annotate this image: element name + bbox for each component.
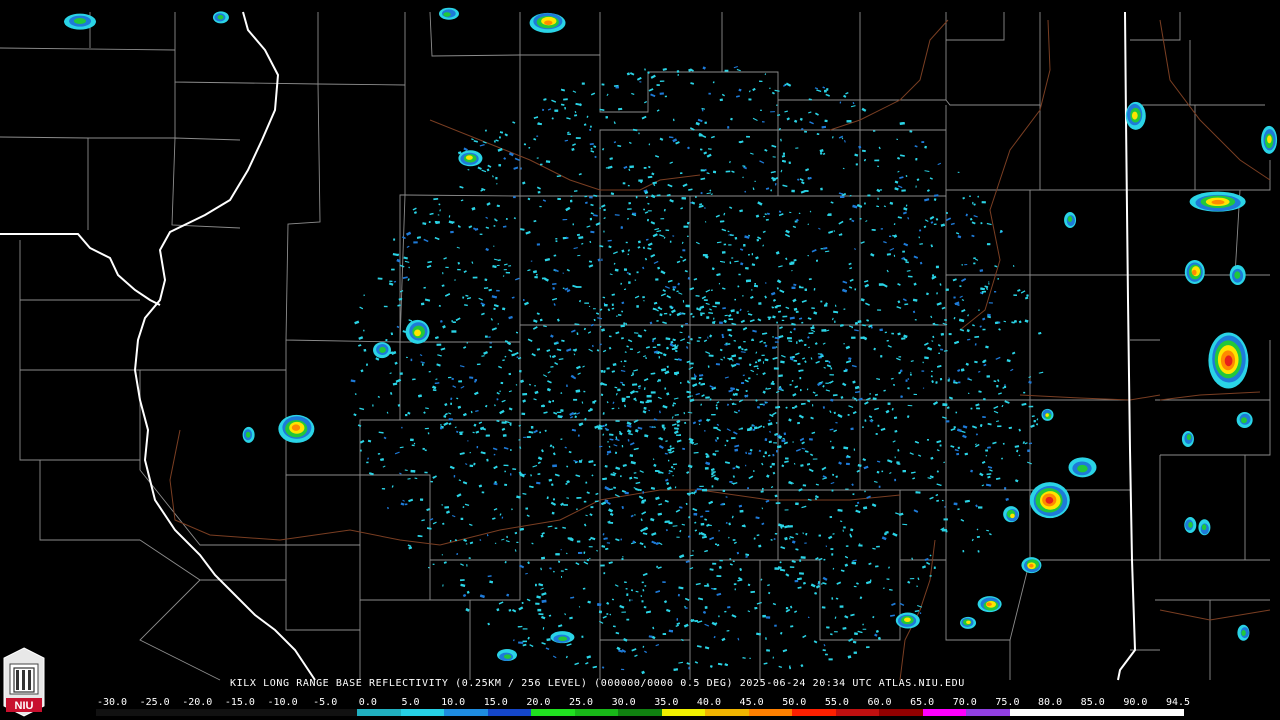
colorbar-segment	[879, 709, 923, 716]
storm-cell	[1184, 517, 1197, 534]
storm-cell	[64, 13, 97, 30]
storm-cell	[405, 319, 430, 344]
scale-label: 10.0	[441, 697, 466, 708]
storm-cell	[1208, 332, 1249, 389]
scale-label: 0.0	[358, 697, 377, 708]
storm-cells	[64, 7, 1278, 662]
colorbar-segment	[922, 709, 967, 716]
scale-label: 75.0	[995, 697, 1020, 708]
storm-cell	[1029, 482, 1070, 519]
scale-label: 20.0	[526, 697, 551, 708]
colorbar-segment	[313, 709, 358, 716]
colorbar-segment	[835, 709, 880, 716]
scale-label: 70.0	[952, 697, 977, 708]
scale-label: 30.0	[611, 697, 636, 708]
colorbar-segment	[748, 709, 793, 716]
county-boundaries	[0, 11, 1271, 681]
colorbar-segment	[270, 709, 314, 716]
scale-label: -25.0	[139, 697, 170, 708]
storm-cell	[1236, 411, 1253, 428]
colorbar-segment	[966, 709, 1010, 716]
colorbar-segment	[618, 709, 662, 716]
storm-cell	[1198, 519, 1211, 536]
scale-label: 65.0	[910, 697, 935, 708]
colorbar-segment	[1053, 709, 1097, 716]
scale-label: -30.0	[96, 697, 128, 708]
colorbar-segment	[705, 709, 749, 716]
colorbar-segment	[357, 709, 401, 716]
storm-cell	[1237, 624, 1250, 641]
scale-label: 15.0	[483, 697, 508, 708]
state-boundaries	[0, 11, 1137, 681]
scale-label: 90.0	[1123, 697, 1148, 708]
reflectivity-scale-labels: -30.0 -25.0 -20.0 -15.0 -10.0 -5.0 0.0 5.0 10.0 1…	[0, 697, 1280, 709]
colorbar-segment	[1096, 709, 1141, 716]
scale-label: 5.0	[401, 697, 420, 708]
scale-label: 55.0	[824, 697, 849, 708]
storm-cell	[977, 596, 1002, 613]
scale-label: 25.0	[568, 697, 594, 708]
colorbar-segment	[139, 709, 184, 716]
product-caption: KILX LONG RANGE BASE REFLECTIVITY (0.25K…	[230, 678, 965, 689]
storm-cell	[1064, 211, 1077, 228]
radar-map	[0, 7, 1278, 681]
colorbar-segment	[1009, 709, 1054, 716]
colorbar-segment	[96, 709, 140, 716]
storm-cell	[438, 7, 459, 20]
storm-cell	[960, 616, 977, 629]
scale-label: 94.5	[1165, 697, 1191, 708]
colorbar-segment	[400, 709, 445, 716]
storm-cell	[278, 414, 315, 443]
storm-cell	[1021, 557, 1042, 574]
storm-cell	[529, 12, 566, 33]
scale-label: 50.0	[782, 697, 807, 708]
storm-cell	[1041, 408, 1054, 421]
colorbar-segment	[531, 709, 575, 716]
storm-cell	[458, 150, 483, 167]
colorbar-segment	[661, 709, 706, 716]
colorbar-segment	[1140, 709, 1184, 716]
radar-display: NIU KILX LONG RANGE BASE REFLECTIVITY (0…	[0, 0, 1280, 720]
scale-label: -20.0	[182, 697, 213, 708]
scale-label: 80.0	[1038, 697, 1063, 708]
storm-cell	[1261, 125, 1278, 154]
storm-cell	[1068, 457, 1097, 478]
scale-label: 85.0	[1080, 697, 1105, 708]
colorbar-segment	[574, 709, 619, 716]
scale-label: 45.0	[739, 697, 764, 708]
storm-cell	[242, 426, 255, 443]
radar-clutter-echoes	[350, 66, 1044, 675]
storm-cell	[550, 631, 575, 644]
reflectivity-colorbar	[96, 709, 1184, 716]
colorbar-segment	[487, 709, 532, 716]
storm-cell	[373, 342, 392, 359]
colorbar-segment	[444, 709, 488, 716]
storm-cell	[895, 612, 920, 629]
storm-cell	[1184, 260, 1205, 285]
storm-cell	[497, 649, 518, 662]
storm-cell	[1125, 101, 1146, 130]
colorbar-segment	[183, 709, 227, 716]
scale-label: 40.0	[696, 697, 721, 708]
scale-label: 35.0	[654, 697, 679, 708]
scale-label: -5.0	[313, 697, 338, 708]
colorbar-segment	[226, 709, 271, 716]
scale-label: 60.0	[867, 697, 892, 708]
storm-cell	[1003, 506, 1020, 523]
scale-label: -15.0	[224, 697, 255, 708]
storm-cell	[1181, 430, 1194, 447]
storm-cell	[1189, 191, 1246, 212]
rivers	[169, 19, 1271, 681]
scale-label: -10.0	[267, 697, 298, 708]
storm-cell	[212, 11, 229, 24]
storm-cell	[1229, 264, 1246, 285]
colorbar-segment	[792, 709, 836, 716]
